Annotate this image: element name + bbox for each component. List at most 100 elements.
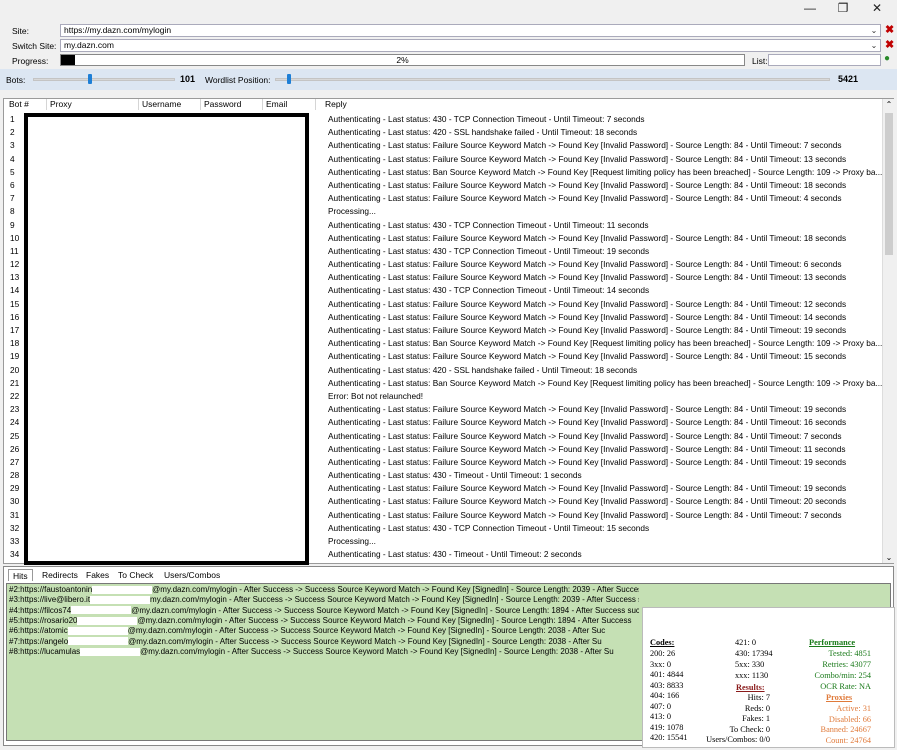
list-input[interactable] [768,54,881,66]
reply-row: Authenticating - Last status: Failure So… [328,179,847,190]
reply-row: Authenticating - Last status: Failure So… [328,272,847,283]
redacted-area [24,113,309,565]
hit-detail: my.dazn.com/mylogin - After Success -> S… [150,595,639,605]
bot-number: 29 [10,483,20,494]
bot-number: 23 [10,404,20,415]
reply-row: Authenticating - Last status: 420 - SSL … [328,127,638,138]
tab-redirects[interactable]: Redirects [38,569,82,581]
column-header-reply[interactable]: Reply [322,99,882,110]
close-window-button[interactable]: ✕ [862,0,892,16]
bot-number: 16 [10,311,20,322]
bot-number: 31 [10,509,20,520]
hit-prefix: #4:https://filcos74 [9,605,72,615]
minimize-button[interactable]: — [795,0,825,16]
bots-slider-track[interactable] [33,78,175,81]
bot-number: 26 [10,443,20,454]
wordlist-slider-track[interactable] [275,78,830,81]
redacted-email [80,647,141,656]
performance-title: Performance [809,638,856,647]
tab-users-combos[interactable]: Users/Combos [160,569,224,581]
hit-detail: @my.dazn.com/mylogin - After Success -> … [137,615,632,625]
reply-row: Authenticating - Last status: Failure So… [328,351,847,362]
bot-number: 4 [10,153,15,164]
reply-row: Error: Bot not relaunched! [328,390,424,401]
tab-fakes[interactable]: Fakes [82,569,113,581]
performance-stat: Tested: 4851 [828,649,871,658]
result-stat: Fakes: 1 [742,714,770,723]
restore-button[interactable]: ❐ [828,0,858,16]
reply-row: Authenticating - Last status: 430 - TCP … [328,245,650,256]
bots-grid: Bot # Proxy Username Password Email Repl… [3,98,894,565]
bot-number: 19 [10,351,20,362]
wordlist-slider-thumb[interactable] [287,74,291,84]
hit-row[interactable]: #2:https://faustoantonin @my.dazn.com/myl… [9,585,639,595]
remove-switch-site-icon[interactable]: ✖ [885,39,894,51]
proxy-stat: Active: 31 [836,704,871,713]
scroll-up-icon[interactable]: ⌃ [883,99,895,110]
redacted-email [77,616,138,625]
column-header-password[interactable]: Password [201,99,263,110]
reply-row: Authenticating - Last status: Ban Source… [328,166,883,177]
result-stat: Users/Combos: 0/0 [706,735,770,744]
site-input[interactable]: https://my.dazn.com/mylogin ⌄ [60,24,881,37]
column-header-bot[interactable]: Bot # [6,99,47,110]
bot-number: 17 [10,325,20,335]
bot-number-list: 1 2 3 4 5 6 7 8 9 10 11 12 13 14 15 16 17 18 19 20 21 22 23 24 2… [10,113,26,561]
bot-number: 28 [10,470,20,481]
code-stat: 421: 0 [735,638,756,647]
redacted-email [92,585,153,594]
bot-number: 21 [10,377,20,388]
switch-site-input[interactable]: my.dazn.com ⌄ [60,39,881,52]
chevron-down-icon[interactable]: ⌄ [868,40,880,51]
code-stat: 3xx: 0 [650,659,671,669]
tab-to-check[interactable]: To Check [114,569,157,581]
reply-row: Authenticating - Last status: Ban Source… [328,377,883,388]
reply-row: Authenticating - Last status: Failure So… [328,404,847,415]
bots-value: 101 [180,74,196,84]
reply-row: Authenticating - Last status: Failure So… [328,232,847,243]
reply-row: Authenticating - Last status: Failure So… [328,325,847,335]
reply-row: Authenticating - Last status: 430 - Time… [328,470,582,481]
code-stat: 419: 1078 [650,722,684,732]
bot-number: 25 [10,430,20,441]
bot-number: 11 [10,245,19,256]
bot-number: 2 [10,127,15,138]
scrollbar-thumb[interactable] [885,113,893,255]
bot-number: 6 [10,179,15,190]
hit-row[interactable]: #7:https://angelo @my.dazn.com/mylogin - … [9,637,639,647]
chevron-down-icon[interactable]: ⌄ [868,25,880,36]
tab-hits[interactable]: Hits [8,569,33,581]
code-stat: 401: 4844 [650,670,684,679]
hit-row[interactable]: #5:https://rosario20 @my.dazn.com/mylogin… [9,616,639,626]
bot-number: 34 [10,549,20,560]
hit-row[interactable]: #6:https://atomic @my.dazn.com/mylogin - … [9,626,639,636]
bots-slider-thumb[interactable] [88,74,92,84]
code-stat: 404: 166 [650,691,680,700]
remove-site-icon[interactable]: ✖ [885,24,894,36]
bot-number: 22 [10,390,20,401]
scroll-down-icon[interactable]: ⌄ [883,552,895,563]
performance-stat: OCR Rate: NA [820,682,871,691]
column-header-proxy[interactable]: Proxy [47,99,139,110]
reply-row: Authenticating - Last status: Failure So… [328,140,842,151]
wordlist-position-label: Wordlist Position: [205,75,271,85]
reply-row: Authenticating - Last status: Failure So… [328,153,847,164]
bot-number: 32 [10,522,20,533]
hit-row[interactable]: #4:https://filcos74 @my.dazn.com/mylogin … [9,606,639,616]
hit-row[interactable]: #8:https://lucamulas @my.dazn.com/mylogin… [9,647,639,657]
code-stat: 420: 15541 [650,733,688,742]
switch-site-value: my.dazn.com [64,40,114,50]
reply-row: Authenticating - Last status: Failure So… [328,311,847,322]
code-stat: 200: 26 [650,649,676,658]
hit-row[interactable]: #3:https://live@libero.it my.dazn.com/myl… [9,595,639,605]
progress-label: Progress: [12,56,49,66]
reply-row: Authenticating - Last status: Failure So… [328,496,847,507]
column-header-username[interactable]: Username [139,99,201,110]
column-header-email[interactable]: Email [263,99,316,110]
money-icon[interactable]: ● [884,53,897,66]
proxies-title: Proxies [826,693,853,702]
progress-bar: 2% [60,54,745,66]
reply-row: Authenticating - Last status: Failure So… [328,509,842,520]
vertical-scrollbar[interactable]: ⌃ ⌄ [882,99,894,563]
reply-row: Authenticating - Last status: 420 - SSL … [328,364,638,375]
